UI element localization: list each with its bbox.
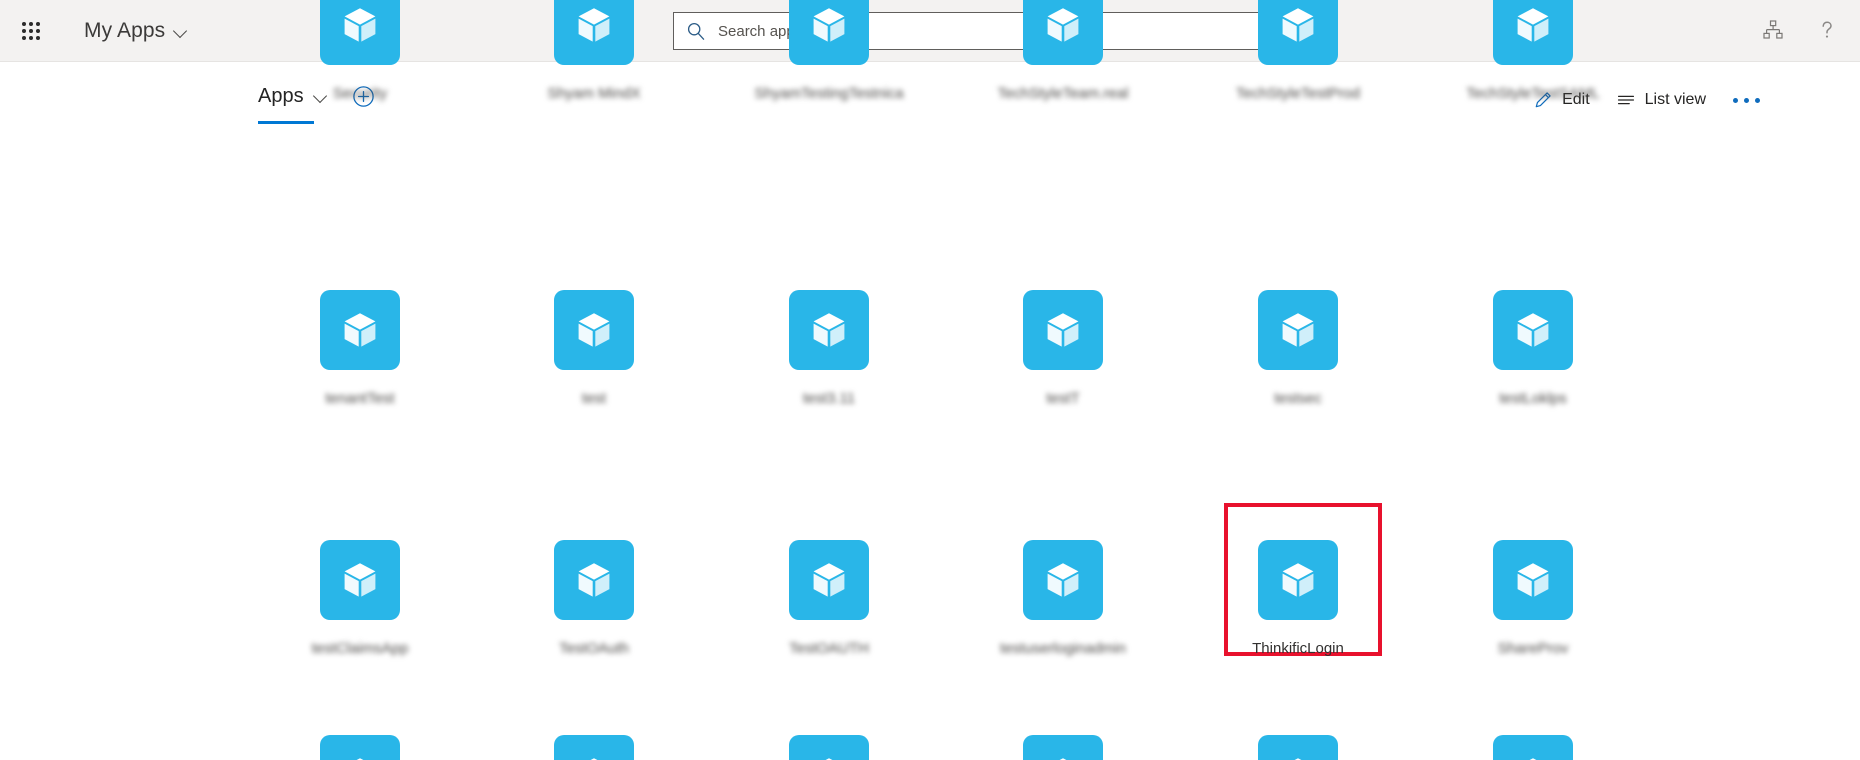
app-tile-label: testClaimsApp (311, 640, 409, 657)
header-right-actions (1750, 0, 1850, 62)
app-tile[interactable]: TechStyleTestSAML (1454, 0, 1612, 103)
question-mark-icon (1814, 17, 1840, 46)
app-tile[interactable] (515, 735, 673, 760)
ellipsis-dot (1733, 97, 1738, 103)
app-tile[interactable]: testLoklps (1454, 290, 1612, 408)
cube-3d-icon (1023, 540, 1103, 620)
app-tile-label: testT (1046, 390, 1080, 407)
chevron-down-icon (174, 25, 187, 38)
app-tile-label: TechStyleTeam.real (997, 85, 1129, 102)
app-tile[interactable]: TestOAuth (515, 540, 673, 658)
app-tile-label: Security (332, 85, 388, 102)
app-tile-label: ThinkificLogin (1252, 640, 1344, 657)
cube-3d-icon (554, 735, 634, 760)
app-tile[interactable]: TechStyleTeam.real (984, 0, 1142, 103)
org-hierarchy-icon (1761, 18, 1785, 45)
cube-3d-icon (1258, 0, 1338, 65)
waffle-grid-icon[interactable] (14, 14, 48, 48)
cube-3d-icon (1258, 540, 1338, 620)
cube-3d-icon (320, 735, 400, 760)
app-tile[interactable]: testClaimsApp (281, 540, 439, 658)
cube-3d-icon (1023, 290, 1103, 370)
cube-3d-icon (554, 290, 634, 370)
app-tile[interactable]: test3.11 (750, 290, 908, 408)
app-tile[interactable]: testuserloginadmin (984, 540, 1142, 658)
cube-3d-icon (1493, 540, 1573, 620)
app-tile-label: TechStyleTestSAML (1466, 85, 1600, 102)
cube-3d-icon (554, 540, 634, 620)
app-tile-label: TestOAUTH (788, 640, 869, 657)
page-title: My Apps (84, 19, 166, 42)
cube-3d-icon (789, 540, 869, 620)
cube-3d-icon (1493, 735, 1573, 760)
app-tile[interactable]: testsec (1219, 290, 1377, 408)
cube-3d-icon (789, 735, 869, 760)
waffle-dot (35, 28, 40, 33)
app-tile-label: ShyamTestingTestnica (754, 85, 904, 102)
more-options-button[interactable] (1719, 88, 1774, 113)
cube-3d-icon (1493, 0, 1573, 65)
cube-3d-icon (320, 540, 400, 620)
app-tile-label: TestOAuth (558, 640, 630, 657)
app-tile[interactable]: test (515, 290, 673, 408)
waffle-dot (22, 28, 27, 33)
app-tile[interactable] (1454, 735, 1612, 760)
app-tile[interactable]: testT (984, 290, 1142, 408)
list-lines-icon (1616, 90, 1636, 110)
app-tile-label: testsec (1274, 390, 1322, 407)
app-tile-label: testuserloginadmin (1000, 640, 1126, 657)
app-tile-label: testLoklps (1499, 390, 1567, 407)
app-tile-label: test (581, 390, 607, 407)
cube-3d-icon (320, 0, 400, 65)
app-tile[interactable]: TechStyleTestProd (1219, 0, 1377, 103)
waffle-dot (28, 35, 33, 40)
app-tile[interactable]: ShareProv (1454, 540, 1612, 658)
cube-3d-icon (1258, 735, 1338, 760)
cube-3d-icon (789, 0, 869, 65)
app-tile-label: test3.11 (802, 390, 856, 407)
cube-3d-icon (1258, 290, 1338, 370)
ellipsis-dot (1755, 97, 1760, 103)
app-tile[interactable] (1219, 735, 1377, 760)
cube-3d-icon (320, 290, 400, 370)
cube-3d-icon (1493, 290, 1573, 370)
app-tile[interactable] (281, 735, 439, 760)
cube-3d-icon (554, 0, 634, 65)
waffle-dot (22, 22, 27, 27)
app-tile[interactable]: Shyam MindX (515, 0, 673, 103)
app-tile[interactable] (750, 735, 908, 760)
list-view-button[interactable]: List view (1603, 84, 1719, 116)
cube-3d-icon (789, 290, 869, 370)
app-tile[interactable] (984, 735, 1142, 760)
app-tile-label: ShareProv (1497, 640, 1569, 657)
waffle-dot (28, 22, 33, 27)
app-tile-label: Shyam MindX (547, 85, 641, 102)
app-tile[interactable]: ShyamTestingTestnica (750, 0, 908, 103)
waffle-dot (28, 28, 33, 33)
app-tile[interactable]: tenantTest (281, 290, 439, 408)
help-button[interactable] (1804, 8, 1850, 54)
waffle-dot (22, 35, 27, 40)
waffle-dot (35, 35, 40, 40)
app-tile[interactable]: ThinkificLogin (1219, 540, 1377, 658)
my-apps-menu[interactable]: My Apps (84, 0, 187, 62)
tab-active-underline (258, 121, 314, 124)
app-tile[interactable]: Security (281, 0, 439, 103)
app-tile[interactable]: TestOAUTH (750, 540, 908, 658)
cube-3d-icon (1023, 735, 1103, 760)
app-tile-label: tenantTest (325, 390, 395, 407)
waffle-dot (35, 22, 40, 27)
app-tile-label: TechStyleTestProd (1235, 85, 1361, 102)
cube-3d-icon (1023, 0, 1103, 65)
list-view-label: List view (1644, 91, 1706, 108)
organization-chart-button[interactable] (1750, 8, 1796, 54)
ellipsis-dot (1744, 97, 1749, 103)
search-icon (686, 21, 706, 41)
